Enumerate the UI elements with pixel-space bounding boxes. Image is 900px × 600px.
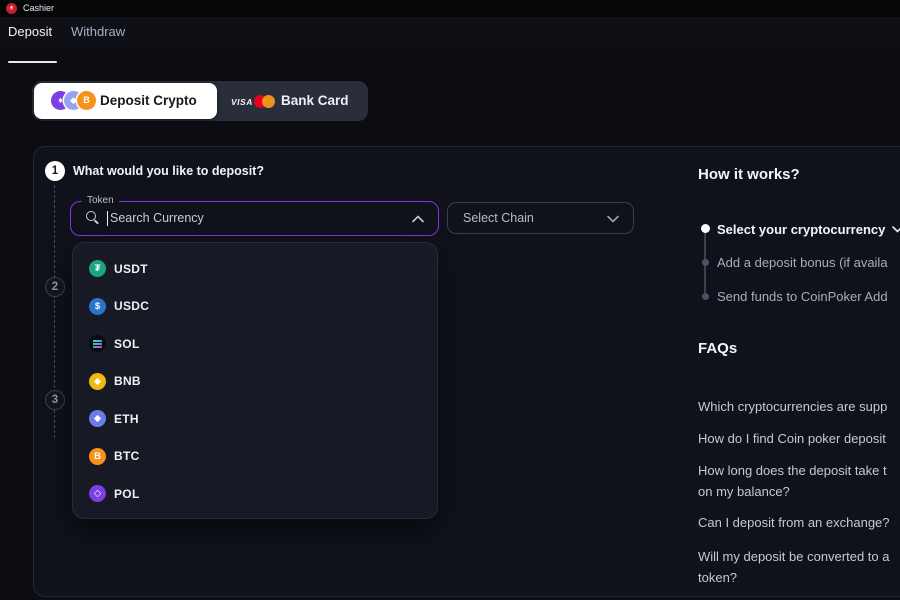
token-option-label: USDC [114,299,149,313]
solana-bars-glyph [93,340,102,348]
tab-deposit[interactable]: Deposit [8,17,52,47]
cashier-window: Cashier Deposit Withdraw ♦ ◆ B Deposit C… [0,0,900,600]
token-option-label: ETH [114,412,139,426]
how-it-works-step-1[interactable]: Select your cryptocurrency [717,221,900,237]
token-dropdown: ₮ USDT $ USDC SOL ◆ BNB ◆ ETH B BTC ◇ PO… [72,242,438,519]
how-it-works-title: How it works? [698,166,800,183]
titlebar: Cashier [0,0,900,17]
bank-card-label: Bank Card [281,81,349,121]
chevron-down-icon [892,221,900,236]
faq-line: Which cryptocurrencies are supp [698,396,887,417]
token-option-usdc[interactable]: $ USDC [73,288,437,326]
usdc-icon: $ [89,298,106,315]
token-option-eth[interactable]: ◆ ETH [73,400,437,438]
eth-icon: ◆ [89,410,106,427]
sol-icon [89,335,106,352]
step-3-badge: 3 [45,390,65,410]
faq-line: token? [698,567,889,588]
bnb-icon: ◆ [89,373,106,390]
faq-line: on my balance? [698,481,887,502]
chevron-down-icon [607,215,619,223]
token-option-label: BNB [114,374,141,388]
chevron-up-icon[interactable] [412,215,424,223]
faq-line: How long does the deposit take t [698,460,887,481]
token-option-label: BTC [114,449,140,463]
token-option-bnb[interactable]: ◆ BNB [73,363,437,401]
deposit-crypto-label: Deposit Crypto [100,83,197,119]
timeline-dot [702,259,709,266]
usdt-icon: ₮ [89,260,106,277]
faq-question[interactable]: Can I deposit from an exchange? [698,512,890,533]
pol-icon: ◇ [89,485,106,502]
token-option-btc[interactable]: B BTC [73,438,437,476]
deposit-crypto-toggle[interactable]: ♦ ◆ B Deposit Crypto [34,83,217,119]
step-1-badge: 1 [45,161,65,181]
how-it-works-step-3: Send funds to CoinPoker Add [717,289,888,304]
timeline-dot [702,293,709,300]
token-search-field[interactable]: Token Search Currency [70,201,439,236]
faq-question[interactable]: Will my deposit be converted to a token? [698,546,889,588]
active-tab-underline [8,61,57,63]
faq-question[interactable]: How long does the deposit take t on my b… [698,460,887,502]
text-cursor [107,211,108,226]
faqs-title: FAQs [698,340,737,357]
faq-question[interactable]: Which cryptocurrencies are supp [698,396,887,417]
chain-select-placeholder: Select Chain [463,203,534,233]
btc-icon: B [89,448,106,465]
token-option-usdt[interactable]: ₮ USDT [73,250,437,288]
step-1-question: What would you like to deposit? [73,164,264,178]
faq-question[interactable]: How do I find Coin poker deposit [698,428,886,449]
token-option-label: POL [114,487,140,501]
cashier-tabbar: Deposit Withdraw [0,17,900,47]
faq-line: Can I deposit from an exchange? [698,512,890,533]
mastercard-orange-circle [262,95,275,108]
search-icon [86,211,96,221]
token-option-sol[interactable]: SOL [73,325,437,363]
coinpoker-logo-icon [6,3,17,14]
step-2-badge: 2 [45,277,65,297]
token-option-label: SOL [114,337,140,351]
token-option-pol[interactable]: ◇ POL [73,475,437,513]
visa-icon: VISA [231,97,253,107]
btc-coin-icon: B [77,91,96,110]
faq-line: How do I find Coin poker deposit [698,428,886,449]
how-it-works-step-2: Add a deposit bonus (if availa [717,255,888,270]
mastercard-icon [254,95,276,108]
faq-line: Will my deposit be converted to a [698,546,889,567]
tab-withdraw[interactable]: Withdraw [71,17,125,47]
token-option-label: USDT [114,262,148,276]
bank-card-toggle[interactable]: VISA Bank Card [218,81,368,121]
chain-select[interactable]: Select Chain [447,202,634,234]
payment-method-toggle: ♦ ◆ B Deposit Crypto VISA Bank Card [32,81,368,121]
timeline-dot-active [701,224,710,233]
how-it-works-step-1-label: Select your cryptocurrency [717,222,885,237]
window-title: Cashier [23,0,54,17]
token-search-placeholder: Search Currency [110,202,204,235]
